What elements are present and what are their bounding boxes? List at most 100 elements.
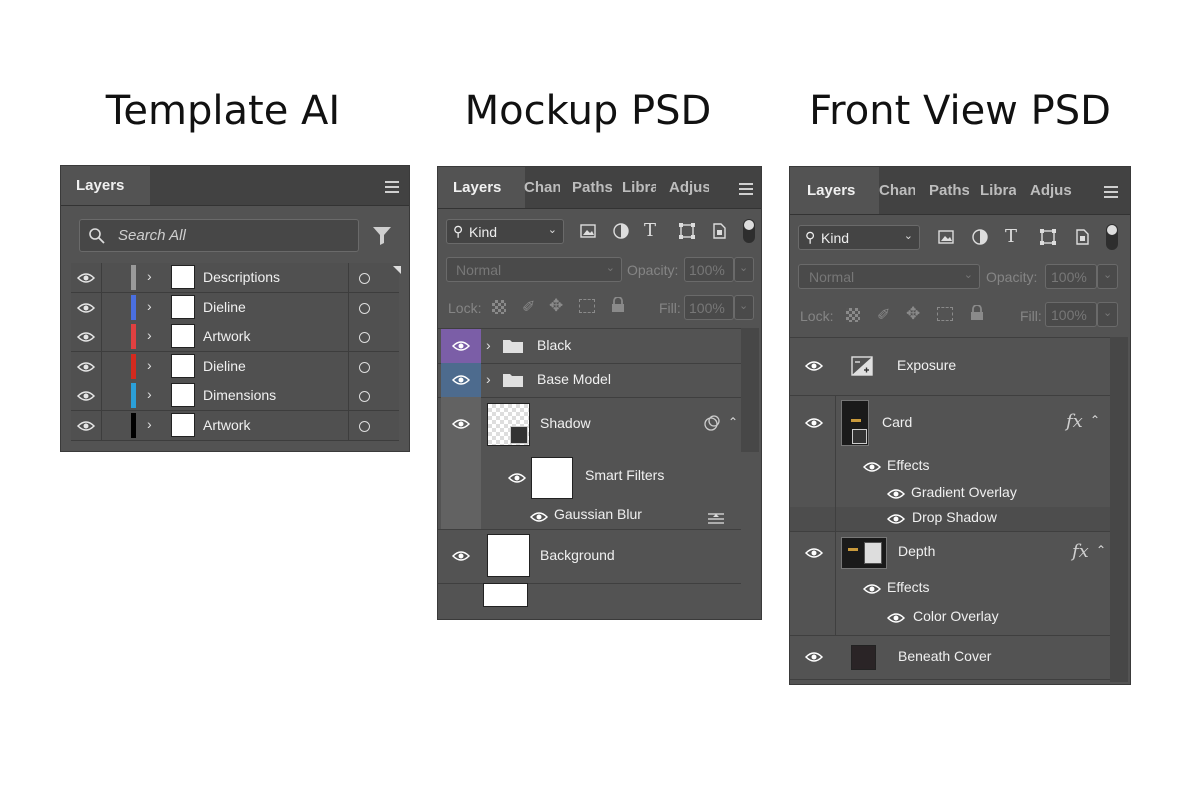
tab-layers[interactable]: Layers [438, 167, 525, 208]
eye-icon[interactable] [508, 472, 526, 484]
tab-channels[interactable]: Chan [879, 167, 915, 214]
lock-brush-icon[interactable]: ✐ [522, 297, 535, 317]
lock-position-icon[interactable]: ✥ [906, 304, 920, 324]
kind-filter-select[interactable]: ⚲ Kind ⌄ [446, 219, 564, 244]
tab-paths[interactable]: Paths [929, 167, 969, 214]
filter-icon[interactable] [371, 224, 393, 246]
chevron-right-icon[interactable]: › [486, 337, 491, 353]
search-input[interactable]: Search All [79, 219, 359, 252]
panel-menu-icon[interactable] [739, 183, 753, 198]
lock-transparent-icon[interactable] [492, 300, 506, 314]
fill-input[interactable]: 100% [1045, 302, 1097, 327]
tab-paths[interactable]: Paths [572, 167, 612, 208]
adjustment-filter-icon[interactable] [612, 222, 630, 245]
chevron-right-icon[interactable]: › [147, 416, 152, 432]
effect-row-drop-shadow[interactable]: Drop Shadow [790, 507, 1110, 532]
eye-icon[interactable] [77, 272, 95, 284]
eye-icon[interactable] [77, 302, 95, 314]
chevron-right-icon[interactable]: › [147, 357, 152, 373]
eye-icon[interactable] [805, 651, 823, 663]
lock-artboard-icon[interactable] [579, 299, 595, 313]
collapse-effects-icon[interactable]: ⌃ [1090, 413, 1100, 427]
kind-filter-select[interactable]: ⚲ Kind ⌄ [798, 225, 920, 250]
layer-row-card[interactable]: Card fx ⌃ [790, 395, 1110, 453]
shape-filter-icon[interactable] [1039, 228, 1057, 251]
eye-icon[interactable] [863, 461, 881, 473]
fill-input[interactable]: 100% [684, 295, 734, 320]
tab-libraries[interactable]: Libra [980, 167, 1016, 214]
tab-adjustments[interactable]: Adjus [669, 167, 709, 208]
chevron-right-icon[interactable]: › [486, 371, 491, 387]
tab-layers[interactable]: Layers [790, 167, 879, 214]
shape-filter-icon[interactable] [678, 222, 696, 245]
smart-object-filter-icon[interactable] [710, 222, 728, 245]
effect-row-color-overlay[interactable]: Color Overlay [790, 603, 1110, 636]
layer-row-base-model[interactable]: › Base Model [438, 363, 741, 398]
effects-row-card[interactable]: Effects [790, 453, 1110, 481]
blend-mode-select[interactable]: Normal ⌄ [798, 264, 980, 289]
visibility-toggle[interactable] [441, 329, 481, 363]
target-circle-icon[interactable] [359, 332, 370, 343]
tab-channels[interactable]: Chan [524, 167, 560, 208]
filter-toggle[interactable] [743, 219, 755, 243]
ai-layer-row[interactable]: › Descriptions [71, 263, 399, 293]
opacity-input[interactable]: 100% [684, 257, 734, 282]
collapse-effects-icon[interactable]: ⌃ [728, 415, 738, 429]
eye-icon[interactable] [805, 547, 823, 559]
eye-icon[interactable] [887, 612, 905, 624]
lock-all-icon[interactable] [611, 296, 625, 318]
eye-icon[interactable] [77, 361, 95, 373]
lock-position-icon[interactable]: ✥ [549, 296, 563, 316]
layer-row-smart-filters[interactable]: Smart Filters [438, 451, 741, 505]
target-circle-icon[interactable] [359, 362, 370, 373]
layer-row-depth[interactable]: Depth fx ⌃ [790, 531, 1110, 575]
smart-object-filter-icon[interactable] [1073, 228, 1091, 251]
ai-layer-row[interactable]: › Dieline [71, 352, 399, 382]
tab-layers[interactable]: Layers [61, 166, 150, 205]
lock-transparent-icon[interactable] [846, 308, 860, 322]
target-circle-icon[interactable] [359, 303, 370, 314]
layer-row-shadow[interactable]: Shadow ⌃ [438, 397, 741, 451]
layer-row-black[interactable]: › Black [438, 329, 741, 364]
ai-layer-row[interactable]: › Dieline [71, 293, 399, 323]
scrollbar[interactable] [1110, 337, 1128, 682]
tab-adjustments[interactable]: Adjus [1030, 167, 1074, 214]
filter-options-icon[interactable] [707, 511, 725, 525]
collapse-effects-icon[interactable]: ⌃ [1096, 543, 1106, 557]
image-filter-icon[interactable] [579, 222, 597, 240]
effect-row-gradient-overlay[interactable]: Gradient Overlay [790, 481, 1110, 508]
layer-row-gaussian-blur[interactable]: Gaussian Blur [438, 505, 741, 530]
ai-layer-row[interactable]: › Dimensions [71, 381, 399, 411]
eye-icon[interactable] [530, 511, 548, 523]
fill-dropdown[interactable]: ⌄ [1097, 302, 1118, 327]
ai-layer-row[interactable]: › Artwork [71, 322, 399, 352]
type-filter-icon[interactable]: T [1005, 226, 1017, 247]
fx-icon[interactable]: fx [1066, 411, 1083, 432]
eye-icon[interactable] [77, 390, 95, 402]
opacity-dropdown[interactable]: ⌄ [734, 257, 754, 282]
layer-row-beneath-cover[interactable]: Beneath Cover [790, 635, 1110, 680]
scrollbar[interactable] [741, 328, 759, 452]
adjustment-filter-icon[interactable] [971, 228, 989, 251]
panel-menu-icon[interactable] [385, 181, 399, 196]
fx-icon[interactable]: fx [1072, 541, 1089, 562]
type-filter-icon[interactable]: T [644, 220, 656, 241]
eye-icon[interactable] [452, 550, 470, 562]
opacity-input[interactable]: 100% [1045, 264, 1097, 289]
opacity-dropdown[interactable]: ⌄ [1097, 264, 1118, 289]
chevron-right-icon[interactable]: › [147, 386, 152, 402]
fill-dropdown[interactable]: ⌄ [734, 295, 754, 320]
filter-toggle[interactable] [1106, 224, 1118, 250]
effects-row-depth[interactable]: Effects [790, 575, 1110, 603]
layer-row-background[interactable]: Background [438, 529, 741, 584]
lock-all-icon[interactable] [970, 304, 984, 326]
image-filter-icon[interactable] [937, 228, 955, 251]
chevron-right-icon[interactable]: › [147, 327, 152, 343]
target-circle-icon[interactable] [359, 421, 370, 432]
layer-row-exposure[interactable]: Exposure [790, 338, 1110, 396]
eye-icon[interactable] [887, 513, 905, 525]
blend-mode-select[interactable]: Normal ⌄ [446, 257, 622, 282]
visibility-toggle[interactable] [441, 363, 481, 397]
target-circle-icon[interactable] [359, 273, 370, 284]
eye-icon[interactable] [887, 488, 905, 500]
